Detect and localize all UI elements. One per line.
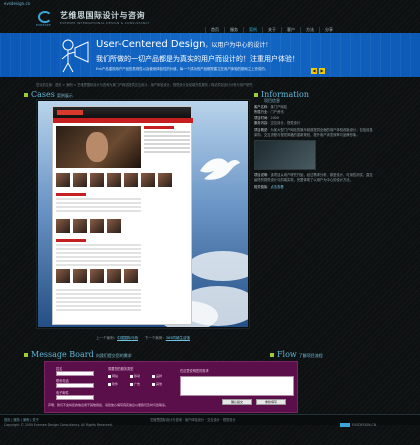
- info-thumbnail[interactable]: [254, 140, 316, 170]
- logo-mark-text: EVERSEE: [36, 23, 52, 27]
- submit-button[interactable]: 确认提交: [222, 399, 252, 405]
- email-input[interactable]: [56, 395, 94, 400]
- flow-heading: Flow 了解项目流程: [270, 350, 323, 359]
- case-website-mockup: [52, 106, 193, 325]
- banner-pager: ◀ ▶: [311, 68, 325, 74]
- breadcrumb: 您当前位置：首页 > 案例 > 艺维思国际设计与咨询为某门户网站提供交互设计，用…: [36, 83, 253, 87]
- info-row: 服务内容：交互设计，视觉设计: [254, 120, 301, 125]
- cases-heading: Cases 案例展示: [24, 90, 73, 99]
- banner-heading: User-Centered Design，以用户为中心的设计！: [96, 39, 271, 50]
- prev-case-link[interactable]: 中国国际马桥: [117, 336, 138, 340]
- footer-brand: EVSDESIGN.CN: [340, 423, 376, 427]
- banner-tagline: 我们所做的一切产品都是为真实的用户而设计的！注重用户体验！: [96, 55, 299, 63]
- logo-mark: EVERSEE: [36, 10, 58, 27]
- bullet-icon: [254, 93, 258, 97]
- content-label: 在这里说明您的需求: [180, 369, 209, 373]
- prev-arrow-icon[interactable]: ◀: [311, 68, 317, 74]
- service-type-label: 需要您的服务类型: [108, 367, 134, 371]
- info-subtitle: 项目信息: [264, 98, 280, 103]
- case-screenshot[interactable]: [38, 101, 248, 327]
- message-textarea[interactable]: [180, 376, 294, 396]
- related-link[interactable]: 点击查看: [270, 185, 283, 189]
- message-heading: Message Board 向我们提交您的需求: [24, 350, 132, 359]
- info-heading: Information: [254, 90, 309, 99]
- flow-link[interactable]: 了解项目流程: [299, 353, 323, 359]
- info-panel: 客户名称：某门户网站 所属行业：门户资讯 项目时间：2009 服务内容：交互设计…: [254, 105, 374, 285]
- logo-title: 艺维思国际设计与咨询: [60, 10, 145, 20]
- case-navigation: 上一个案例：中国国际马桥 下一个案例：365同城生活馆: [36, 336, 250, 341]
- footer-copyright: Copyright © 2009 Eversee Design Consulta…: [4, 423, 113, 427]
- megaphone-icon: [61, 39, 89, 73]
- next-case-label: 下一个案例：: [144, 336, 166, 340]
- option-web[interactable]: 网站: [108, 374, 118, 378]
- banner-description: Evs产品重视用户产品的具现性以及使用体验性的价值，每一个成功的产品都是建立在用…: [96, 67, 269, 71]
- cases-title: Cases: [31, 90, 55, 99]
- next-arrow-icon[interactable]: ▶: [319, 68, 325, 74]
- option-software[interactable]: 软件: [108, 382, 118, 386]
- info-row: 项目说明：该项目从用户研究开始，经过需求分析、原型设计、可用性测试，直至最终的视…: [254, 172, 373, 183]
- page: evsdesign.cn EVERSEE 艺维思国际设计与咨询 EVERSEE …: [0, 0, 420, 445]
- hero-banner: User-Centered Design，以用户为中心的设计！ 我们所做的一切产…: [0, 33, 420, 77]
- footer-links[interactable]: 首页 | 服务 | 案例 | 关于: [4, 417, 39, 422]
- option-brand[interactable]: 品牌: [152, 374, 162, 378]
- logo-subtitle: EVERSEE INTERNATIONAL DESIGN & CONSULTAN…: [60, 20, 150, 25]
- option-other[interactable]: 其他: [152, 382, 162, 386]
- banner-title-en: User-Centered Design: [96, 39, 206, 50]
- name-input[interactable]: [56, 371, 94, 376]
- bullet-icon: [270, 353, 274, 357]
- prev-case-label: 上一个案例：: [96, 336, 118, 340]
- footer-brand-text: EVSDESIGN.CN: [352, 423, 377, 427]
- option-ad[interactable]: 广告: [130, 382, 140, 386]
- message-title: Message Board: [31, 350, 94, 359]
- brand-icon: [340, 423, 350, 427]
- form-note: 声明：我们不会将您的信息用于其他用途，请您放心填写真实信息以便我们及时与您联系。: [48, 403, 169, 407]
- banner-title-cn: ，以用户为中心的设计！: [205, 42, 272, 49]
- bullet-icon: [24, 93, 28, 97]
- info-row: 项目概述：为某大型门户网站的娱乐频道提供全面的用户体验改版设计，包括信息架构、交…: [254, 128, 373, 138]
- option-mobile[interactable]: 移动: [130, 374, 140, 378]
- flow-title: Flow: [277, 350, 297, 359]
- info-row: 相关链接：点击查看: [254, 185, 284, 190]
- next-case-link[interactable]: 365同城生活馆: [166, 336, 190, 340]
- message-subtitle: 向我们提交您的需求: [95, 353, 132, 358]
- reset-button[interactable]: 重新填写: [256, 399, 286, 405]
- phone-input[interactable]: [56, 383, 94, 388]
- logo[interactable]: EVERSEE 艺维思国际设计与咨询 EVERSEE INTERNATIONAL…: [36, 8, 150, 28]
- footer-tagline: 艺维思国际设计与咨询 · 用户体验设计 · 交互设计 · 视觉设计: [150, 418, 236, 422]
- site-url[interactable]: evsdesign.cn: [4, 1, 30, 6]
- dove-icon: [200, 158, 240, 180]
- bullet-icon: [24, 353, 28, 357]
